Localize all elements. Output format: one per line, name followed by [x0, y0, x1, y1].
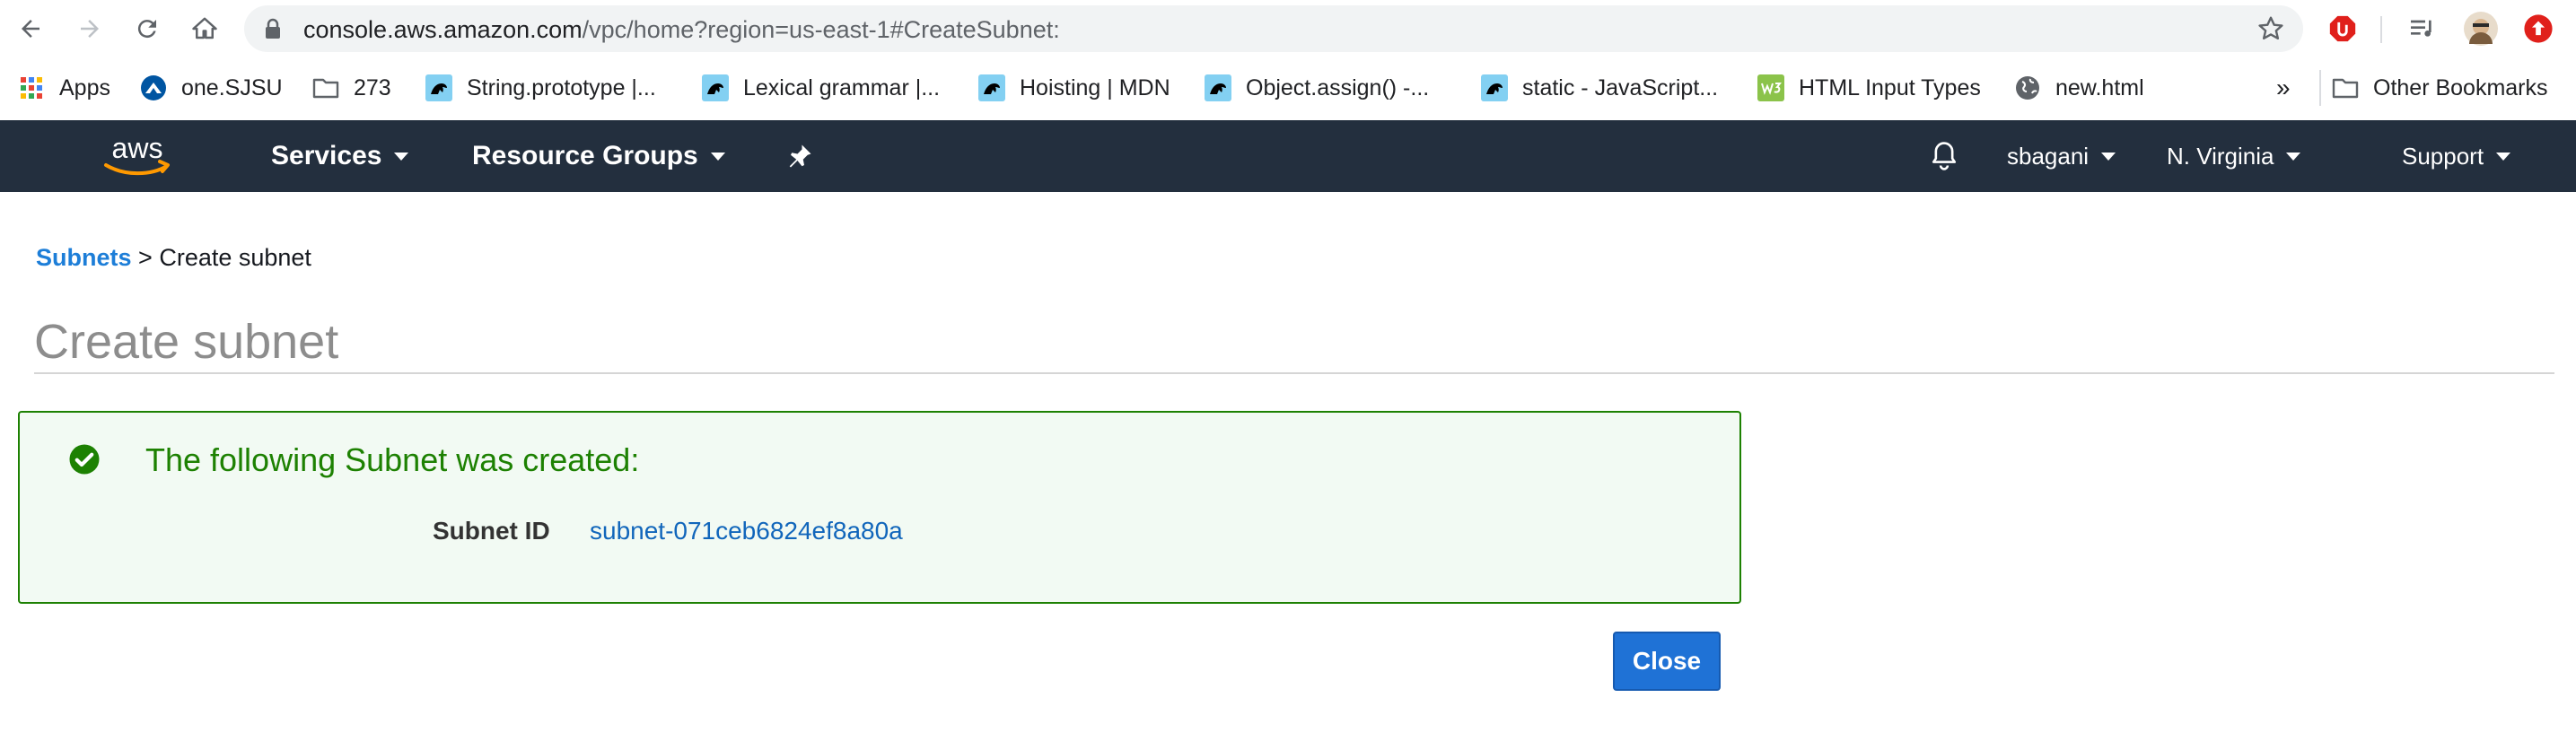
folder-icon [2332, 74, 2359, 101]
bookmark-new-html[interactable]: new.html [2014, 70, 2144, 106]
bookmark-label: 273 [354, 74, 391, 100]
mdn-dino-icon [1481, 74, 1508, 101]
toolbar-divider [2380, 16, 2382, 43]
bookmark-label: HTML Input Types [1799, 74, 1981, 100]
notifications-bell-icon[interactable] [1930, 120, 1958, 192]
reload-icon[interactable] [129, 11, 165, 47]
region-menu[interactable]: N. Virginia [2167, 120, 2301, 192]
url-path: /vpc/home?region=us-east-1#CreateSubnet: [582, 16, 1060, 43]
sjsu-logo-icon [140, 74, 167, 101]
chevron-down-icon [394, 152, 409, 161]
svg-text:aws: aws [112, 132, 163, 164]
resource-groups-label: Resource Groups [472, 141, 698, 170]
bookmark-hoisting[interactable]: Hoisting | MDN [978, 70, 1170, 106]
resource-groups-menu[interactable]: Resource Groups [472, 120, 725, 192]
support-label: Support [2402, 142, 2484, 170]
folder-icon [312, 74, 339, 101]
success-message: The following Subnet was created: [145, 441, 640, 478]
back-icon[interactable] [13, 11, 48, 47]
home-icon[interactable] [187, 11, 223, 47]
chevron-down-icon [710, 152, 725, 161]
bookmarks-bar: Apps one.SJSU 273 String.prototype |... … [0, 57, 2576, 120]
w3schools-icon [1757, 74, 1784, 101]
mdn-dino-icon [1205, 74, 1231, 101]
chevron-down-icon [2286, 152, 2301, 161]
success-alert: The following Subnet was created: Subnet… [18, 411, 1741, 604]
region-label: N. Virginia [2167, 142, 2274, 170]
bookmark-html-input-types[interactable]: HTML Input Types [1757, 70, 1981, 106]
mdn-dino-icon [978, 74, 1005, 101]
support-menu[interactable]: Support [2402, 120, 2511, 192]
bookmark-folder-273[interactable]: 273 [312, 70, 391, 106]
chevron-down-icon [2101, 152, 2116, 161]
bookmark-string-prototype[interactable]: String.prototype |... [425, 70, 656, 106]
bookmark-static-javascript[interactable]: static - JavaScript... [1481, 70, 1718, 106]
bookmark-label: Hoisting | MDN [1020, 74, 1170, 100]
mdn-dino-icon [702, 74, 729, 101]
breadcrumb-separator: > [138, 244, 153, 271]
lock-icon [264, 18, 282, 44]
bookmark-label: Other Bookmarks [2373, 74, 2548, 100]
aws-navbar: aws Services Resource Groups sbagani N. … [0, 120, 2576, 192]
breadcrumb-current: Create subnet [159, 244, 311, 271]
aws-logo-icon[interactable]: aws [97, 131, 178, 181]
bookmark-apps[interactable]: Apps [18, 70, 110, 106]
update-upload-icon[interactable] [2520, 11, 2556, 47]
services-menu[interactable]: Services [271, 120, 409, 192]
bookmark-lexical-grammar[interactable]: Lexical grammar |... [702, 70, 940, 106]
services-label: Services [271, 141, 382, 170]
close-button[interactable]: Close [1613, 632, 1721, 691]
bookmark-label: one.SJSU [181, 74, 283, 100]
globe-icon [2014, 74, 2041, 101]
subnet-id-label: Subnet ID [433, 517, 550, 545]
bookmarks-overflow-chevron[interactable]: » [2276, 70, 2291, 106]
bookmark-label: Object.assign() -... [1246, 74, 1430, 100]
apps-grid-icon [18, 74, 45, 101]
bookmark-object-assign[interactable]: Object.assign() -... [1205, 70, 1429, 106]
bookmark-star-icon[interactable] [2256, 14, 2285, 48]
bookmark-label: Apps [59, 74, 110, 100]
pin-icon[interactable] [786, 120, 813, 192]
adblock-extension-icon[interactable] [2325, 11, 2361, 47]
bookmark-other-bookmarks[interactable]: Other Bookmarks [2332, 70, 2548, 106]
overflow-label: » [2276, 74, 2291, 101]
address-bar[interactable]: console.aws.amazon.com/vpc/home?region=u… [244, 5, 2303, 52]
bookmark-label: new.html [2055, 74, 2144, 100]
page-title: Create subnet [34, 315, 339, 369]
bookmark-label: Lexical grammar |... [743, 74, 941, 100]
bookmark-label: static - JavaScript... [1522, 74, 1719, 100]
avatar[interactable] [2463, 11, 2499, 47]
account-menu[interactable]: sbagani [2007, 120, 2116, 192]
media-playlist-icon[interactable] [2404, 11, 2440, 47]
forward-icon[interactable] [72, 11, 108, 47]
account-username: sbagani [2007, 142, 2090, 170]
bookmark-one-sjsu[interactable]: one.SJSU [140, 70, 283, 106]
bookmarks-divider [2319, 70, 2321, 106]
url-text: console.aws.amazon.com/vpc/home?region=u… [303, 16, 1060, 44]
chevron-down-icon [2496, 152, 2511, 161]
check-circle-icon [68, 443, 101, 480]
subnet-id-link[interactable]: subnet-071ceb6824ef8a80a [590, 517, 903, 545]
breadcrumb-subnets-link[interactable]: Subnets [36, 244, 132, 271]
url-host: console.aws.amazon.com [303, 16, 583, 43]
mdn-dino-icon [425, 74, 452, 101]
browser-toolbar: console.aws.amazon.com/vpc/home?region=u… [0, 0, 2576, 57]
breadcrumb: Subnets > Create subnet [36, 244, 311, 272]
bookmark-label: String.prototype |... [467, 74, 656, 100]
title-divider [34, 372, 2554, 374]
